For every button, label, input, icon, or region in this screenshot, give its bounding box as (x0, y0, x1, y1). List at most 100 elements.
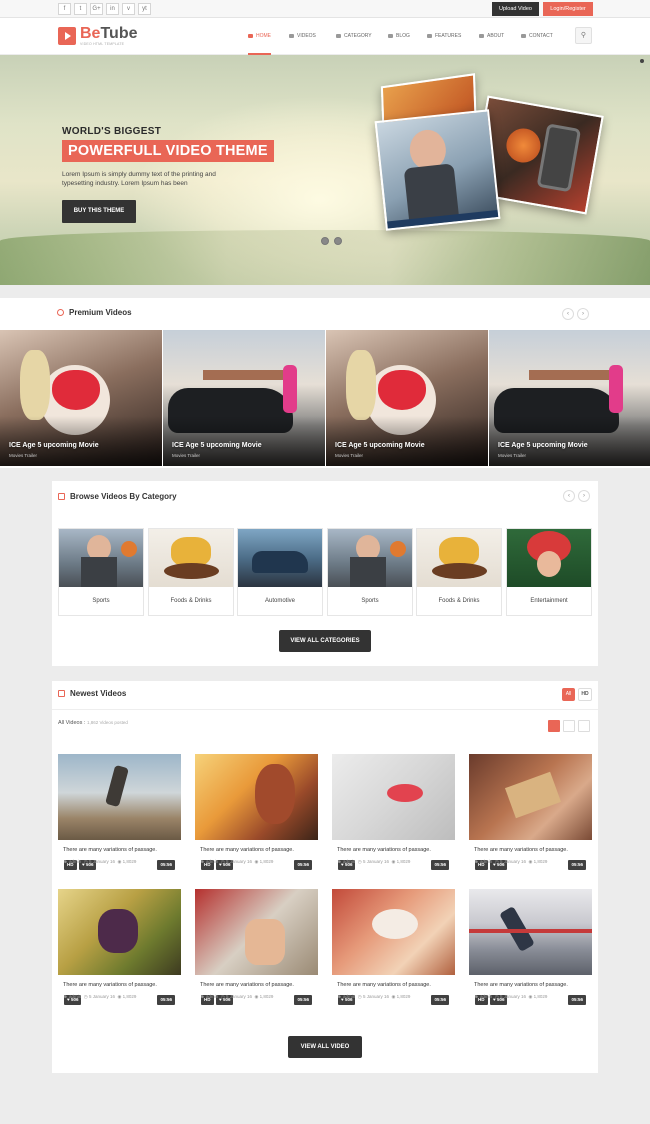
video-card[interactable]: HD ♥ 506 05:56 There are many variations… (195, 754, 318, 876)
slider-dot-2[interactable] (334, 237, 342, 245)
category-item-foods[interactable]: Foods & Drinks (148, 528, 234, 616)
logo[interactable]: BeTube (80, 25, 137, 43)
premium-video-item[interactable]: ICE Age 5 upcoming Movie Movies Trailer (489, 330, 650, 466)
view-all-video-button[interactable]: VIEW ALL VIDEO (288, 1036, 362, 1058)
premium-prev-button[interactable]: ‹ (562, 308, 574, 320)
video-title[interactable]: There are many variations of passage. (474, 847, 568, 853)
vimeo-icon[interactable]: v (122, 3, 135, 15)
video-title[interactable]: There are many variations of passage. (337, 982, 431, 988)
slider-close-icon[interactable] (640, 59, 644, 63)
video-title[interactable]: There are many variations of passage. (63, 847, 157, 853)
category-label: Foods & Drinks (438, 598, 480, 604)
video-card[interactable]: HD ♥ 506 05:56 There are many variations… (58, 754, 181, 876)
nav-category[interactable]: CATEGORY (336, 18, 372, 55)
video-title[interactable]: There are many variations of passage. (200, 982, 294, 988)
video-title[interactable]: There are many variations of passage. (337, 847, 431, 853)
premium-next-button[interactable]: › (577, 308, 589, 320)
video-card[interactable]: HD ♥ 506 05:56 There are many variations… (469, 889, 592, 1011)
premium-heading: Premium Videos (57, 308, 132, 317)
video-title[interactable]: There are many variations of passage. (63, 982, 157, 988)
home-icon (248, 33, 253, 38)
category-item-automotive[interactable]: Automotive (237, 528, 323, 616)
duration-badge: 05:56 (157, 995, 175, 1005)
category-section: Browse Videos By Category ‹ › Sports Foo… (52, 481, 598, 666)
chevron-right-icon: › (582, 311, 584, 317)
video-meta: ☻ admin ◷ 5 January 16 ◉ 1,8029 (63, 859, 137, 864)
premium-video-subtitle: Movies Trailer (335, 453, 364, 458)
video-meta: ☻ admin ◷ 5 January 16 ◉ 1,8029 (200, 994, 274, 999)
logo-play-icon[interactable] (58, 27, 76, 45)
view-list-icon[interactable] (578, 720, 590, 732)
upload-video-button[interactable]: Upload Video (492, 2, 539, 16)
login-register-button[interactable]: Login/Register (543, 2, 593, 16)
video-card[interactable]: ♥ 506 05:56 There are many variations of… (332, 754, 455, 876)
premium-videos-section: Premium Videos ‹ › ICE Age 5 upcoming Mo… (0, 298, 650, 468)
filter-hd-button[interactable]: HD (578, 688, 592, 701)
video-card[interactable]: HD ♥ 506 05:56 There are many variations… (195, 889, 318, 1011)
duration-badge: 05:56 (294, 995, 312, 1005)
category-item-entertainment[interactable]: Entertainment (506, 528, 592, 616)
video-card[interactable]: HD ♥ 506 05:56 There are many variations… (469, 754, 592, 876)
premium-video-title[interactable]: ICE Age 5 upcoming Movie (9, 442, 99, 449)
nav-videos[interactable]: VIDEOS (289, 18, 316, 55)
buy-theme-button[interactable]: BUY THIS THEME (62, 200, 136, 223)
edit-icon (388, 33, 393, 38)
search-icon: ⚲ (580, 32, 587, 39)
category-prev-button[interactable]: ‹ (563, 490, 575, 502)
video-meta: ☻ admin ◷ 5 January 16 ◉ 1,8029 (474, 859, 548, 864)
th-icon (336, 33, 341, 38)
category-label: Entertainment (530, 598, 568, 604)
slider-dot-1[interactable] (321, 237, 329, 245)
filter-all-button[interactable]: All (562, 688, 575, 701)
chevron-left-icon: ‹ (568, 493, 570, 499)
search-button[interactable]: ⚲ (575, 27, 592, 44)
category-label: Foods & Drinks (170, 598, 212, 604)
view-list-large-icon[interactable] (548, 720, 560, 732)
envelope-icon (521, 33, 526, 38)
chevron-left-icon: ‹ (567, 311, 569, 317)
category-item-sports[interactable]: Sports (58, 528, 144, 616)
premium-video-subtitle: Movies Trailer (9, 453, 38, 458)
video-card[interactable]: ♥ 506 05:56 There are many variations of… (58, 889, 181, 1011)
instagram-icon[interactable]: in (106, 3, 119, 15)
hero-kicker: WORLD'S BIGGEST (62, 126, 162, 137)
nav-features[interactable]: FEATURES (427, 18, 461, 55)
category-next-button[interactable]: › (578, 490, 590, 502)
video-meta: ☻ admin ◷ 5 January 16 ◉ 1,8029 (337, 994, 411, 999)
premium-video-title[interactable]: ICE Age 5 upcoming Movie (335, 442, 425, 449)
nav-about[interactable]: ABOUT (479, 18, 504, 55)
video-title[interactable]: There are many variations of passage. (474, 982, 568, 988)
user-icon (479, 33, 484, 38)
premium-video-title[interactable]: ICE Age 5 upcoming Movie (172, 442, 262, 449)
view-all-categories-button[interactable]: VIEW ALL CATEGORIES (279, 630, 371, 652)
category-heading: Browse Videos By Category (58, 492, 177, 501)
category-item-sports-2[interactable]: Sports (327, 528, 413, 616)
category-item-foods-2[interactable]: Foods & Drinks (416, 528, 502, 616)
main-header: BeTube VIDEO HTML TEMPLATE HOME VIDEOS C… (0, 18, 650, 55)
duration-badge: 05:56 (294, 860, 312, 870)
premium-video-subtitle: Movies Trailer (172, 453, 201, 458)
premium-video-item[interactable]: ICE Age 5 upcoming Movie Movies Trailer (0, 330, 162, 466)
premium-video-title[interactable]: ICE Age 5 upcoming Movie (498, 442, 588, 449)
nav-contact[interactable]: CONTACT (521, 18, 553, 55)
duration-badge: 05:56 (157, 860, 175, 870)
google-plus-icon[interactable]: G+ (90, 3, 103, 15)
video-title[interactable]: There are many variations of passage. (200, 847, 294, 853)
view-grid-icon[interactable] (563, 720, 575, 732)
play-circle-icon (57, 309, 64, 316)
newest-videos-section: Newest Videos All HD All Videos : 1,862 … (52, 681, 598, 1073)
premium-video-subtitle: Movies Trailer (498, 453, 527, 458)
twitter-icon[interactable]: t (74, 3, 87, 15)
youtube-icon[interactable]: yt (138, 3, 151, 15)
nav-home[interactable]: HOME (248, 18, 271, 55)
video-meta: ☻ admin ◷ 5 January 16 ◉ 1,8029 (200, 859, 274, 864)
video-meta: ☻ admin ◷ 5 January 16 ◉ 1,8029 (474, 994, 548, 999)
premium-video-item[interactable]: ICE Age 5 upcoming Movie Movies Trailer (163, 330, 325, 466)
nav-blog[interactable]: BLOG (388, 18, 410, 55)
film-icon (289, 33, 294, 38)
film-strip-icon (58, 690, 65, 697)
facebook-icon[interactable]: f (58, 3, 71, 15)
chevron-right-icon: › (583, 493, 585, 499)
video-card[interactable]: ♥ 506 05:56 There are many variations of… (332, 889, 455, 1011)
premium-video-item[interactable]: ICE Age 5 upcoming Movie Movies Trailer (326, 330, 488, 466)
